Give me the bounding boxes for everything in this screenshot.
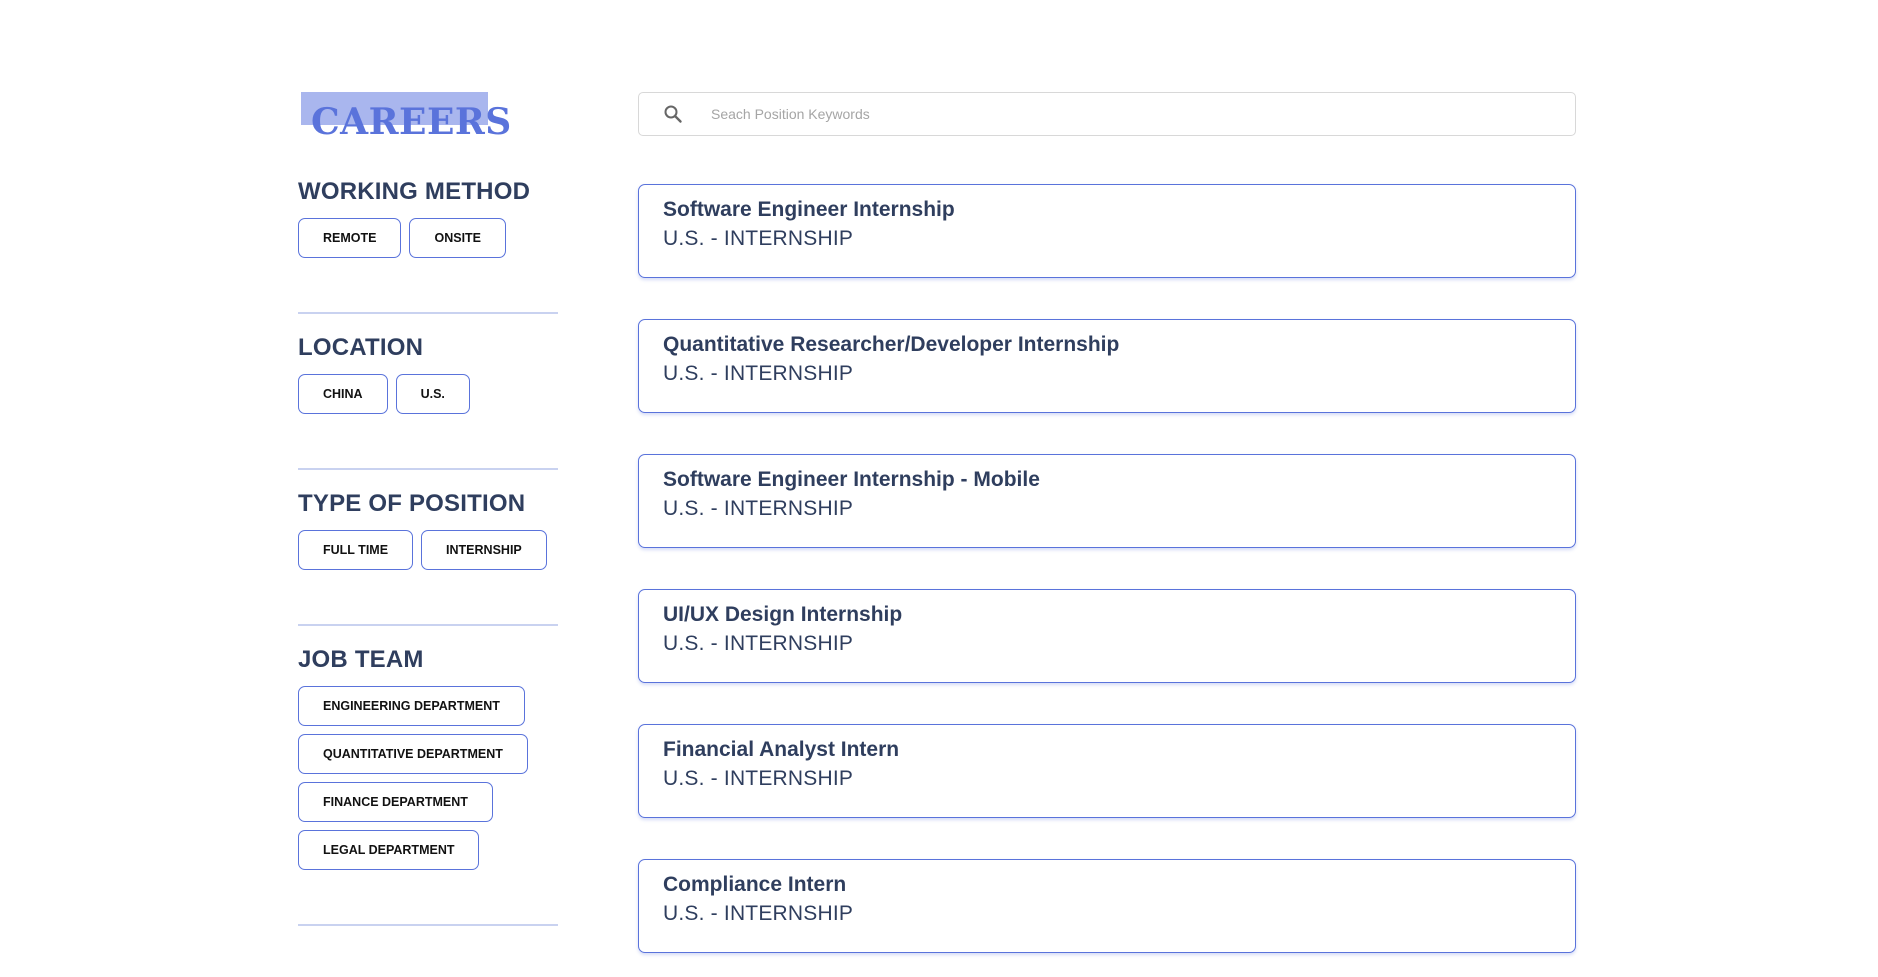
job-card[interactable]: UI/UX Design Internship U.S. - INTERNSHI… <box>638 589 1576 683</box>
filter-job-team: JOB TEAM ENGINEERING DEPARTMENT QUANTITA… <box>298 648 558 870</box>
job-card[interactable]: Compliance Intern U.S. - INTERNSHIP <box>638 859 1576 953</box>
chip-group-location: CHINA U.S. <box>298 374 558 414</box>
careers-logo: CAREERS <box>301 92 511 142</box>
section-divider <box>298 624 558 626</box>
section-divider <box>298 312 558 314</box>
search-icon[interactable] <box>663 104 683 124</box>
job-card[interactable]: Software Engineer Internship - Mobile U.… <box>638 454 1576 548</box>
section-divider <box>298 468 558 470</box>
chip-remote[interactable]: REMOTE <box>298 218 402 258</box>
chip-onsite[interactable]: ONSITE <box>409 218 507 258</box>
filter-location: LOCATION CHINA U.S. <box>298 336 558 414</box>
job-title: Software Engineer Internship <box>663 198 955 221</box>
job-title: UI/UX Design Internship <box>663 603 903 626</box>
filter-working-method: WORKING METHOD REMOTE ONSITE <box>298 180 558 258</box>
job-title: Quantitative Researcher/Developer Intern… <box>663 333 1120 356</box>
job-meta: U.S. - INTERNSHIP <box>663 902 854 925</box>
section-divider <box>298 924 558 926</box>
chip-group-working-method: REMOTE ONSITE <box>298 218 558 258</box>
filter-title-type-of-position: TYPE OF POSITION <box>298 490 526 517</box>
job-card[interactable]: Software Engineer Internship U.S. - INTE… <box>638 184 1576 278</box>
job-meta: U.S. - INTERNSHIP <box>663 632 854 655</box>
job-card[interactable]: Quantitative Researcher/Developer Intern… <box>638 319 1576 413</box>
careers-page: CAREERS WORKING METHOD REMOTE ONSITE LOC… <box>0 0 1878 977</box>
chip-group-job-team: ENGINEERING DEPARTMENT QUANTITATIVE DEPA… <box>298 686 558 870</box>
chip-us[interactable]: U.S. <box>395 374 470 414</box>
job-meta: U.S. - INTERNSHIP <box>663 227 854 250</box>
job-title: Compliance Intern <box>663 873 847 896</box>
chip-internship[interactable]: INTERNSHIP <box>421 530 547 570</box>
filter-type-of-position: TYPE OF POSITION FULL TIME INTERNSHIP <box>298 492 558 570</box>
chip-quantitative-department[interactable]: QUANTITATIVE DEPARTMENT <box>298 734 528 774</box>
job-title: Financial Analyst Intern <box>663 738 900 761</box>
search-bar <box>638 92 1576 136</box>
filter-title-job-team: JOB TEAM <box>298 646 424 673</box>
chip-legal-department[interactable]: LEGAL DEPARTMENT <box>298 830 480 870</box>
job-meta: U.S. - INTERNSHIP <box>663 767 854 790</box>
job-meta: U.S. - INTERNSHIP <box>663 362 854 385</box>
chip-group-type-of-position: FULL TIME INTERNSHIP <box>298 530 558 570</box>
logo-text: CAREERS <box>311 101 512 143</box>
chip-finance-department[interactable]: FINANCE DEPARTMENT <box>298 782 493 822</box>
filter-title-location: LOCATION <box>298 334 424 361</box>
job-title: Software Engineer Internship - Mobile <box>663 468 1040 491</box>
job-card[interactable]: Financial Analyst Intern U.S. - INTERNSH… <box>638 724 1576 818</box>
chip-engineering-department[interactable]: ENGINEERING DEPARTMENT <box>298 686 525 726</box>
filter-title-working-method: WORKING METHOD <box>298 178 531 205</box>
search-input[interactable] <box>711 93 1551 135</box>
chip-china[interactable]: CHINA <box>298 374 388 414</box>
chip-full-time[interactable]: FULL TIME <box>298 530 414 570</box>
job-meta: U.S. - INTERNSHIP <box>663 497 854 520</box>
